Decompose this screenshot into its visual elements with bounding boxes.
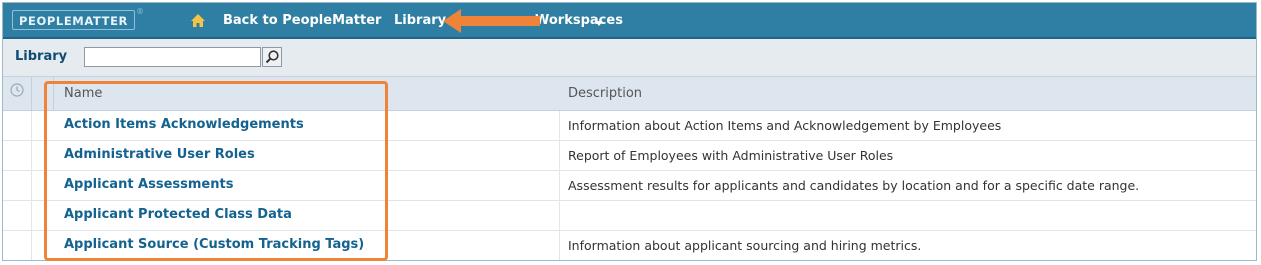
row-gutter (31, 171, 32, 200)
report-name-link[interactable]: Applicant Source (Custom Tracking Tags) (64, 237, 364, 252)
workspaces-menu[interactable]: Workspaces (535, 12, 623, 30)
peoplematter-logo[interactable]: PEOPLEMATTER (12, 10, 135, 30)
table-row[interactable]: Applicant Source (Custom Tracking Tags) … (3, 231, 1256, 260)
column-divider (559, 77, 560, 110)
report-description: Information about applicant sourcing and… (568, 238, 922, 253)
column-divider (559, 141, 560, 170)
row-gutter (31, 201, 32, 230)
report-library-window: PEOPLEMATTER ® Back to PeopleMatter Libr… (2, 2, 1257, 261)
table-row[interactable]: Action Items Acknowledgements Informatio… (3, 111, 1256, 141)
search-button[interactable] (262, 47, 282, 67)
chevron-down-icon (595, 21, 603, 26)
report-name-link[interactable]: Applicant Assessments (64, 177, 233, 192)
table-header-row: Name Description (3, 77, 1256, 111)
row-gutter (31, 231, 32, 260)
report-description: Report of Employees with Administrative … (568, 148, 894, 163)
table-row[interactable]: Administrative User Roles Report of Empl… (3, 141, 1256, 171)
report-description: Information about Action Items and Ackno… (568, 118, 1002, 133)
row-gutter (31, 111, 32, 140)
column-divider (559, 231, 560, 260)
back-to-peoplematter-link[interactable]: Back to PeopleMatter (223, 12, 381, 30)
report-name-link[interactable]: Applicant Protected Class Data (64, 207, 292, 222)
report-name-link[interactable]: Administrative User Roles (64, 147, 255, 162)
column-divider (559, 201, 560, 230)
top-navigation-bar: PEOPLEMATTER ® Back to PeopleMatter Libr… (3, 3, 1256, 39)
row-gutter (31, 141, 32, 170)
library-search-input[interactable] (84, 47, 261, 67)
clock-icon[interactable] (10, 83, 24, 97)
annotation-arrow-icon (443, 9, 540, 33)
library-label: Library (15, 49, 68, 64)
registered-mark: ® (136, 7, 144, 16)
column-divider (559, 171, 560, 200)
table-row[interactable]: Applicant Protected Class Data (3, 201, 1256, 231)
home-icon[interactable] (190, 13, 206, 28)
column-header-name[interactable]: Name (64, 86, 102, 101)
column-divider (31, 77, 32, 111)
library-toolbar: Library (3, 39, 1256, 77)
column-divider (559, 111, 560, 140)
table-row[interactable]: Applicant Assessments Assessment results… (3, 171, 1256, 201)
report-name-link[interactable]: Action Items Acknowledgements (64, 117, 304, 132)
column-divider (53, 77, 54, 111)
library-nav-link[interactable]: Library (394, 12, 446, 30)
column-header-description[interactable]: Description (568, 86, 642, 101)
search-icon (265, 50, 279, 64)
report-description: Assessment results for applicants and ca… (568, 178, 1140, 193)
